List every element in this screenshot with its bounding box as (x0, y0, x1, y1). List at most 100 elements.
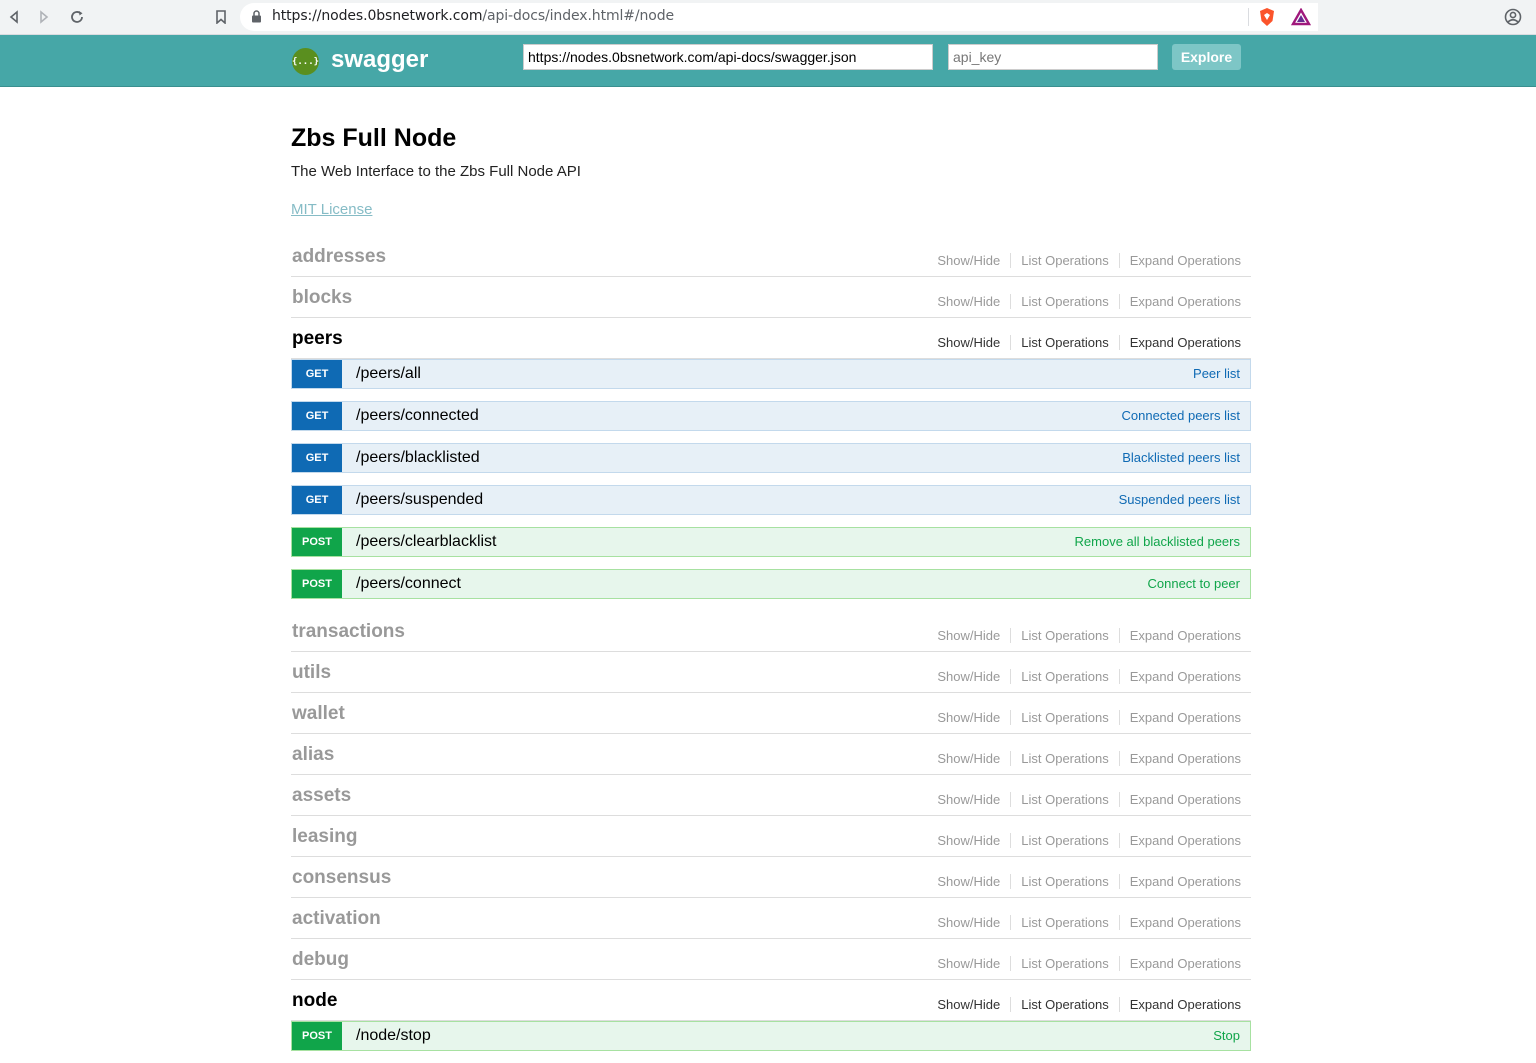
resource-name-utils[interactable]: utils (292, 662, 331, 684)
operation-path[interactable]: /node/stop (356, 1027, 431, 1045)
back-button[interactable] (3, 6, 25, 28)
expand-operations-link[interactable]: Expand Operations (1120, 792, 1241, 807)
http-method-badge[interactable]: GET (292, 444, 342, 472)
swagger-logo-text[interactable]: swagger (331, 46, 428, 74)
http-method-badge[interactable]: POST (292, 570, 342, 598)
list-operations-link[interactable]: List Operations (1011, 874, 1118, 889)
resource-name-node[interactable]: node (292, 990, 337, 1012)
rewards-button[interactable] (1290, 6, 1312, 28)
list-operations-link[interactable]: List Operations (1011, 628, 1118, 643)
resource-name-transactions[interactable]: transactions (292, 621, 405, 643)
expand-operations-link[interactable]: Expand Operations (1120, 956, 1241, 971)
forward-button[interactable] (33, 6, 55, 28)
show-hide-link[interactable]: Show/Hide (937, 874, 1010, 889)
show-hide-link[interactable]: Show/Hide (937, 710, 1010, 725)
http-method-badge[interactable]: GET (292, 486, 342, 514)
operation-path[interactable]: /peers/blacklisted (356, 449, 480, 467)
spec-url-input[interactable] (523, 44, 933, 70)
resource-name-peers[interactable]: peers (292, 328, 343, 350)
show-hide-link[interactable]: Show/Hide (937, 294, 1010, 309)
show-hide-link[interactable]: Show/Hide (937, 253, 1010, 268)
list-operations-link[interactable]: List Operations (1011, 710, 1118, 725)
list-operations-link[interactable]: List Operations (1011, 997, 1118, 1012)
resource-name-leasing[interactable]: leasing (292, 826, 357, 848)
operation-summary[interactable]: Suspended peers list (1119, 492, 1240, 507)
resource-name-alias[interactable]: alias (292, 744, 334, 766)
operation-path[interactable]: /peers/clearblacklist (356, 533, 497, 551)
resource-actions: Show/Hide List Operations Expand Operation… (937, 628, 1241, 643)
list-operations-link[interactable]: List Operations (1011, 956, 1118, 971)
operation-path[interactable]: /peers/all (356, 365, 421, 383)
operation-path[interactable]: /peers/connected (356, 407, 479, 425)
list-operations-link[interactable]: List Operations (1011, 751, 1118, 766)
resource-actions: Show/Hide List Operations Expand Operation… (937, 669, 1241, 684)
http-method-badge[interactable]: POST (292, 528, 342, 556)
http-method-badge[interactable]: POST (292, 1022, 342, 1050)
show-hide-link[interactable]: Show/Hide (937, 956, 1010, 971)
show-hide-link[interactable]: Show/Hide (937, 997, 1010, 1012)
expand-operations-link[interactable]: Expand Operations (1120, 335, 1241, 350)
expand-operations-link[interactable]: Expand Operations (1120, 874, 1241, 889)
operation-get-peers-blacklisted[interactable]: GET/peers/blacklisted Blacklisted peers l… (291, 443, 1251, 473)
http-method-badge[interactable]: GET (292, 402, 342, 430)
expand-operations-link[interactable]: Expand Operations (1120, 833, 1241, 848)
operation-summary[interactable]: Remove all blacklisted peers (1075, 534, 1240, 549)
resource-header: consensus Show/Hide List Operations Expand … (291, 857, 1251, 898)
list-operations-link[interactable]: List Operations (1011, 669, 1118, 684)
list-operations-link[interactable]: List Operations (1011, 915, 1118, 930)
list-operations-link[interactable]: List Operations (1011, 294, 1118, 309)
brave-shield-button[interactable] (1256, 6, 1278, 28)
expand-operations-link[interactable]: Expand Operations (1120, 915, 1241, 930)
operation-post-peers-clearblacklist[interactable]: POST/peers/clearblacklist Remove all blac… (291, 527, 1251, 557)
license-link[interactable]: MIT License (291, 201, 372, 218)
resource-header: transactions Show/Hide List Operations Expa… (291, 611, 1251, 652)
profile-button[interactable] (1502, 6, 1524, 28)
operation-summary[interactable]: Stop (1213, 1028, 1240, 1043)
resource-actions: Show/Hide List Operations Expand Operation… (937, 294, 1241, 309)
show-hide-link[interactable]: Show/Hide (937, 915, 1010, 930)
resource-name-addresses[interactable]: addresses (292, 246, 386, 268)
operation-summary[interactable]: Connect to peer (1147, 576, 1240, 591)
operation-path[interactable]: /peers/suspended (356, 491, 483, 509)
operation-summary[interactable]: Blacklisted peers list (1122, 450, 1240, 465)
list-operations-link[interactable]: List Operations (1011, 335, 1118, 350)
show-hide-link[interactable]: Show/Hide (937, 751, 1010, 766)
show-hide-link[interactable]: Show/Hide (937, 669, 1010, 684)
http-method-badge[interactable]: GET (292, 360, 342, 388)
expand-operations-link[interactable]: Expand Operations (1120, 253, 1241, 268)
expand-operations-link[interactable]: Expand Operations (1120, 710, 1241, 725)
operation-summary[interactable]: Peer list (1193, 366, 1240, 381)
expand-operations-link[interactable]: Expand Operations (1120, 751, 1241, 766)
operation-summary[interactable]: Connected peers list (1121, 408, 1240, 423)
operation-path[interactable]: /peers/connect (356, 575, 461, 593)
resource-consensus: consensus Show/Hide List Operations Expand … (291, 857, 1251, 898)
bookmark-button[interactable] (210, 6, 232, 28)
resource-name-wallet[interactable]: wallet (292, 703, 345, 725)
list-operations-link[interactable]: List Operations (1011, 253, 1118, 268)
expand-operations-link[interactable]: Expand Operations (1120, 628, 1241, 643)
operation-post-peers-connect[interactable]: POST/peers/connect Connect to peer (291, 569, 1251, 599)
resource-name-debug[interactable]: debug (292, 949, 349, 971)
api-key-input[interactable] (948, 44, 1158, 70)
operation-get-peers-connected[interactable]: GET/peers/connected Connected peers list (291, 401, 1251, 431)
expand-operations-link[interactable]: Expand Operations (1120, 669, 1241, 684)
expand-operations-link[interactable]: Expand Operations (1120, 294, 1241, 309)
resource-name-blocks[interactable]: blocks (292, 287, 352, 309)
operation-post-node-stop[interactable]: POST/node/stop Stop (291, 1021, 1251, 1051)
resource-name-activation[interactable]: activation (292, 908, 381, 930)
operation-get-peers-all[interactable]: GET/peers/all Peer list (291, 359, 1251, 389)
show-hide-link[interactable]: Show/Hide (937, 335, 1010, 350)
list-operations-link[interactable]: List Operations (1011, 833, 1118, 848)
show-hide-link[interactable]: Show/Hide (937, 792, 1010, 807)
resource-name-consensus[interactable]: consensus (292, 867, 391, 889)
expand-operations-link[interactable]: Expand Operations (1120, 997, 1241, 1012)
resource-assets: assets Show/Hide List Operations Expand Ope… (291, 775, 1251, 816)
show-hide-link[interactable]: Show/Hide (937, 628, 1010, 643)
operation-get-peers-suspended[interactable]: GET/peers/suspended Suspended peers list (291, 485, 1251, 515)
list-operations-link[interactable]: List Operations (1011, 792, 1118, 807)
reload-button[interactable] (66, 6, 88, 28)
resource-name-assets[interactable]: assets (292, 785, 351, 807)
explore-button[interactable]: Explore (1172, 44, 1241, 70)
show-hide-link[interactable]: Show/Hide (937, 833, 1010, 848)
resource-actions: Show/Hide List Operations Expand Operation… (937, 956, 1241, 971)
